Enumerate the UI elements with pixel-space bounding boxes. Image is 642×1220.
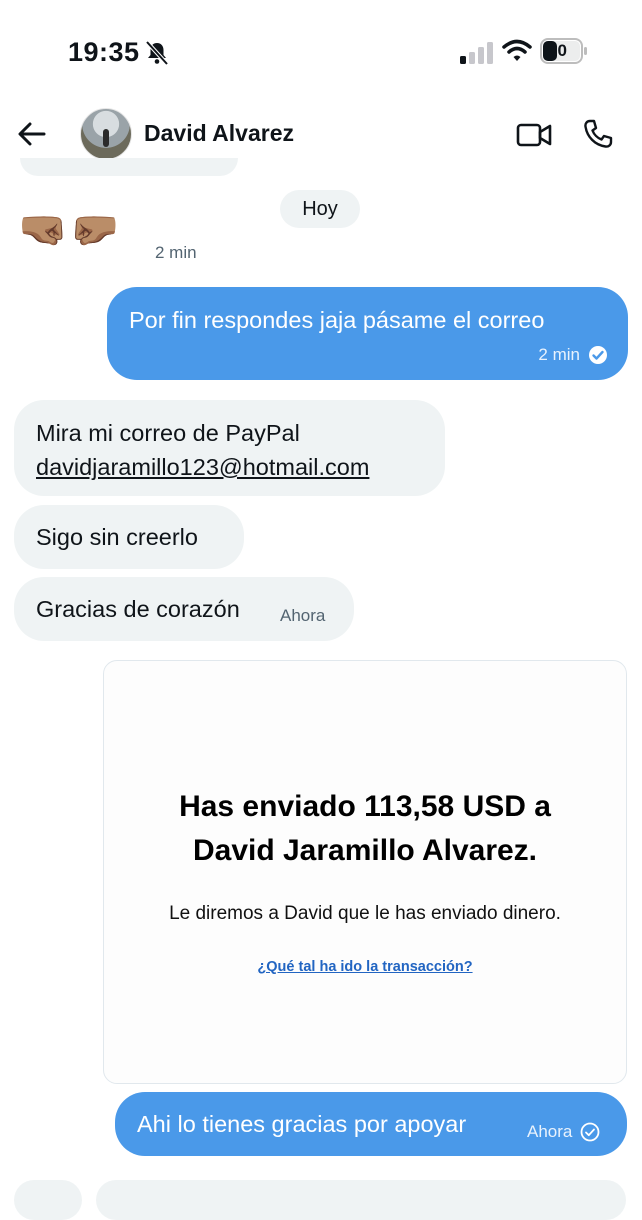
wifi-icon	[502, 39, 532, 61]
message-text: Sigo sin creerlo	[36, 524, 198, 550]
payment-title-line2: David Jaramillo Alvarez.	[192, 834, 538, 867]
payment-confirmation-subtitle: Le diremos a David que le has enviado di…	[169, 903, 561, 924]
payment-title-line1: Has enviado 113,58 USD a	[179, 790, 551, 823]
bell-slash-icon	[145, 40, 169, 66]
message-text: Por fin respondes jaja pásame el correo	[129, 307, 545, 333]
video-call-icon[interactable]	[516, 120, 552, 150]
emoji-message[interactable]: 🤜🏽🤛🏽	[18, 206, 122, 253]
message-timestamp: 2 min	[538, 345, 580, 364]
composer-button[interactable]	[14, 1180, 82, 1220]
contact-name[interactable]: David Alvarez	[144, 120, 294, 147]
message-text: Ahi lo tienes gracias por apoyar	[137, 1111, 467, 1137]
message-timestamp: 2 min	[155, 243, 197, 262]
signal-icon	[460, 42, 493, 64]
message-composer[interactable]	[96, 1180, 626, 1220]
check-circle-outline-icon	[580, 1122, 600, 1142]
message-bubble-incoming[interactable]: Sigo sin creerlo	[14, 505, 244, 569]
message-bubble-outgoing[interactable]: Por fin respondes jaja pásame el correo …	[107, 287, 628, 380]
message-bubble-incoming[interactable]: Gracias de corazón Ahora	[14, 577, 354, 641]
email-link[interactable]: davidjaramillo123@hotmail.com	[36, 454, 369, 481]
back-arrow-icon[interactable]	[14, 116, 50, 152]
phone-icon[interactable]	[582, 118, 614, 150]
message-text: Mira mi correo de PayPal	[36, 420, 300, 446]
check-circle-icon	[589, 346, 607, 364]
message-timestamp: Ahora	[280, 606, 326, 625]
message-bubble-incoming[interactable]: Mira mi correo de PayPal davidjaramillo1…	[14, 400, 445, 496]
status-time: 19:35	[68, 37, 140, 67]
message-text: Gracias de corazón	[36, 596, 240, 622]
payment-confirmation-title: Has enviado 113,58 USD a David Jaramillo…	[104, 785, 626, 873]
avatar[interactable]	[80, 108, 132, 160]
transaction-feedback-link: ¿Qué tal ha ido la transacción?	[257, 959, 473, 975]
message-timestamp: Ahora	[527, 1122, 573, 1141]
payment-screenshot-image[interactable]: Has enviado 113,58 USD a David Jaramillo…	[103, 660, 627, 1084]
status-bar: 19:35 30	[0, 0, 642, 100]
message-bubble-outgoing[interactable]: Ahi lo tienes gracias por apoyar Ahora	[115, 1092, 627, 1156]
previous-message-bubble	[20, 158, 238, 176]
day-separator: Hoy	[280, 190, 360, 228]
battery-level: 30	[548, 41, 567, 60]
